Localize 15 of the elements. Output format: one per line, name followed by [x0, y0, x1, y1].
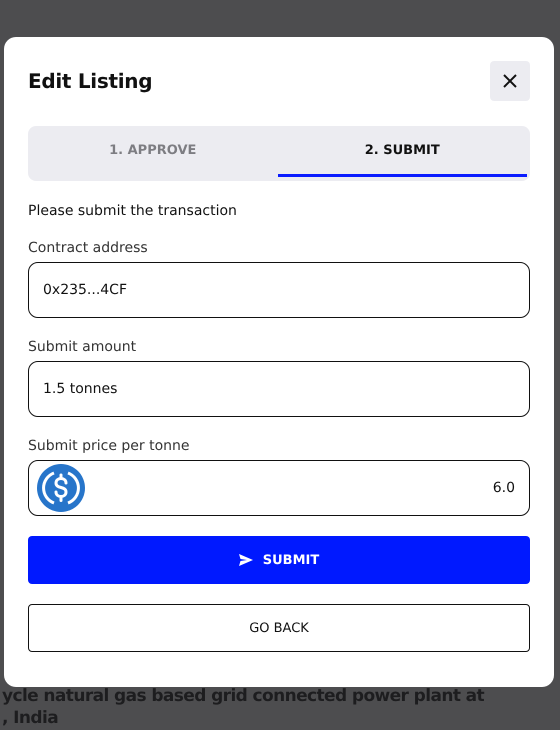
send-icon — [238, 554, 253, 566]
tab[interactable]: 2. SUBMIT — [278, 126, 527, 177]
input-field[interactable]: 1.5 tonnes — [28, 361, 530, 417]
dialog-title: Edit Listing — [28, 69, 152, 93]
field-label: Contract address — [28, 240, 149, 256]
input-field[interactable]: 0x235...4CF — [28, 262, 530, 318]
price-field[interactable]: 6.0 — [28, 460, 530, 516]
submit-button[interactable]: SUBMIT — [28, 536, 530, 584]
close-icon — [502, 73, 518, 89]
go-back-button[interactable]: GO BACK — [28, 604, 530, 652]
close-button[interactable] — [490, 61, 530, 101]
instruction-text: Please submit the transaction — [28, 203, 238, 219]
field-label: Submit amount — [28, 339, 138, 355]
dollar-coin-icon — [37, 464, 85, 512]
field-label: Submit price per tonne — [28, 438, 191, 454]
